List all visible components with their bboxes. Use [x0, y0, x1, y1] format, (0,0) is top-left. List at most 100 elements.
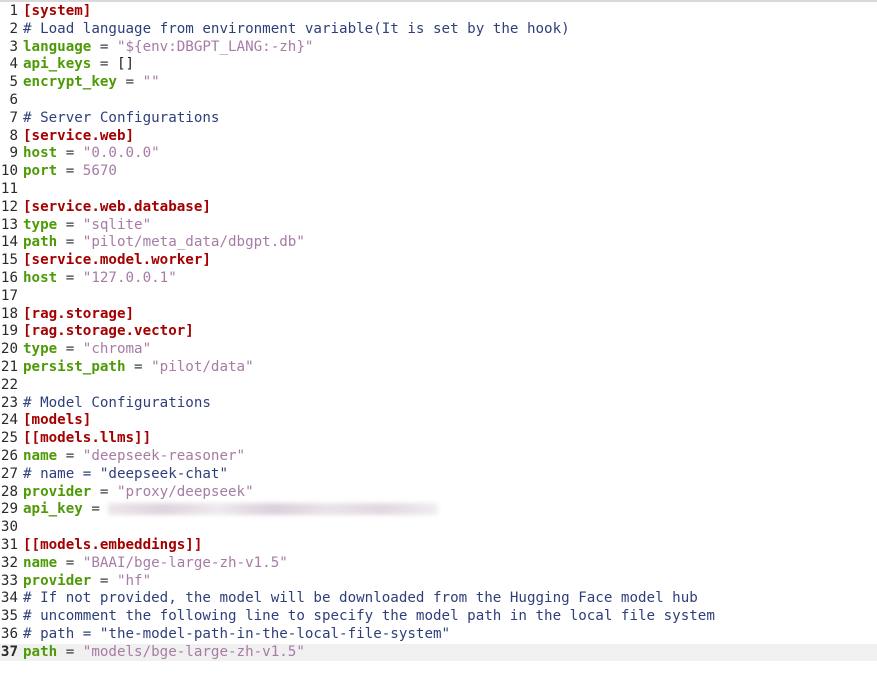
code-line[interactable]: 12 [service.web.database]	[0, 199, 877, 217]
line-number: 35	[0, 608, 18, 625]
line-number: 11	[0, 180, 18, 197]
line-content[interactable]: [service.model.worker]	[23, 252, 211, 268]
code-line[interactable]: 14 path = "pilot/meta_data/dbgpt.db"	[0, 234, 877, 252]
code-line[interactable]: 13 type = "sqlite"	[0, 217, 877, 235]
code-line[interactable]: 34 # If not provided, the model will be d…	[0, 590, 877, 608]
line-number: 20	[0, 341, 18, 358]
line-content[interactable]: # Server Configurations	[23, 110, 219, 126]
line-content[interactable]: [service.web]	[23, 128, 134, 144]
line-content[interactable]: # Model Configurations	[23, 395, 211, 411]
code-line[interactable]: 28 provider = "proxy/deepseek"	[0, 484, 877, 502]
code-line[interactable]: 20 type = "chroma"	[0, 341, 877, 359]
code-line[interactable]: 29 api_key =	[0, 501, 877, 519]
code-line[interactable]: 16 host = "127.0.0.1"	[0, 270, 877, 288]
line-content[interactable]: [models]	[23, 412, 91, 428]
line-number: 2	[9, 20, 18, 37]
code-line[interactable]: 37 path = "models/bge-large-zh-v1.5"	[0, 643, 877, 662]
code-line[interactable]: 7 # Server Configurations	[0, 110, 877, 128]
code-line[interactable]: 31 [[models.embeddings]]	[0, 537, 877, 555]
comment: # path = "the-model-path-in-the-local-fi…	[23, 625, 451, 642]
line-content[interactable]: name = "BAAI/bge-large-zh-v1.5"	[23, 555, 288, 571]
code-line[interactable]: 33 provider = "hf"	[0, 573, 877, 591]
code-line[interactable]: 5 encrypt_key = ""	[0, 74, 877, 92]
line-content[interactable]: path = "pilot/meta_data/dbgpt.db"	[23, 234, 305, 250]
code-lines[interactable]: 1 [system] 2 # Load language from environme…	[0, 3, 877, 662]
line-number: 13	[0, 216, 18, 233]
code-line[interactable]: 36 # path = "the-model-path-in-the-local-…	[0, 626, 877, 644]
line-content[interactable]: type = "sqlite"	[23, 217, 151, 233]
code-line[interactable]: 19 [rag.storage.vector]	[0, 323, 877, 341]
line-content[interactable]: path = "models/bge-large-zh-v1.5"	[23, 644, 305, 660]
line-content[interactable]: provider = "proxy/deepseek"	[23, 484, 254, 500]
line-number: 6	[9, 91, 18, 108]
line-content[interactable]: port = 5670	[23, 163, 117, 179]
assign-operator: =	[57, 643, 83, 660]
assign-operator: =	[57, 554, 83, 571]
line-content[interactable]: # name = "deepseek-chat"	[23, 466, 228, 482]
section-header: [models]	[23, 412, 92, 429]
code-line[interactable]: 23 # Model Configurations	[0, 395, 877, 413]
code-line[interactable]: 27 # name = "deepseek-chat"	[0, 466, 877, 484]
code-line[interactable]: 9 host = "0.0.0.0"	[0, 145, 877, 163]
code-line[interactable]: 11	[0, 181, 877, 199]
code-line[interactable]: 6	[0, 92, 877, 110]
code-line[interactable]: 1 [system]	[0, 3, 877, 21]
code-line[interactable]: 21 persist_path = "pilot/data"	[0, 359, 877, 377]
line-content[interactable]: api_key =	[23, 501, 439, 517]
line-content[interactable]: language = "${env:DBGPT_LANG:-zh}"	[23, 39, 313, 55]
line-content[interactable]: host = "0.0.0.0"	[23, 145, 160, 161]
line-content[interactable]: persist_path = "pilot/data"	[23, 359, 254, 375]
section-header: [service.web.database]	[23, 198, 211, 215]
string-value: "127.0.0.1"	[82, 269, 177, 286]
code-line[interactable]: 3 language = "${env:DBGPT_LANG:-zh}"	[0, 39, 877, 57]
code-line[interactable]: 2 # Load language from environment variab…	[0, 21, 877, 39]
line-number: 26	[0, 447, 18, 464]
line-number: 32	[0, 554, 18, 571]
line-content[interactable]: # uncomment the following line to specif…	[23, 608, 715, 624]
config-key: type	[23, 341, 58, 358]
line-content[interactable]: type = "chroma"	[23, 341, 151, 357]
code-line[interactable]: 17	[0, 288, 877, 306]
section-header: [rag.storage.vector]	[23, 323, 194, 340]
code-line[interactable]: 35 # uncomment the following line to spec…	[0, 608, 877, 626]
code-line[interactable]: 22	[0, 377, 877, 395]
section-header: [[models.embeddings]]	[23, 536, 203, 553]
code-line[interactable]: 25 [[models.llms]]	[0, 430, 877, 448]
string-value: ""	[142, 74, 160, 91]
line-content[interactable]: encrypt_key = ""	[23, 74, 160, 90]
line-content[interactable]: [rag.storage]	[23, 306, 134, 322]
code-line[interactable]: 32 name = "BAAI/bge-large-zh-v1.5"	[0, 555, 877, 573]
line-content[interactable]: # If not provided, the model will be dow…	[23, 590, 698, 606]
line-content[interactable]: host = "127.0.0.1"	[23, 270, 177, 286]
line-number: 5	[9, 74, 18, 91]
code-line[interactable]: 26 name = "deepseek-reasoner"	[0, 448, 877, 466]
code-line[interactable]: 24 [models]	[0, 412, 877, 430]
line-content[interactable]: # Load language from environment variabl…	[23, 21, 570, 37]
config-key: host	[23, 269, 58, 286]
line-content[interactable]: api_keys = []	[23, 56, 134, 72]
assign-operator: =	[91, 56, 117, 73]
line-content[interactable]: [system]	[23, 3, 91, 19]
code-line[interactable]: 8 [service.web]	[0, 128, 877, 146]
line-content[interactable]: provider = "hf"	[23, 573, 151, 589]
line-content[interactable]: [[models.embeddings]]	[23, 537, 202, 553]
number-value: 5670	[82, 163, 117, 180]
assign-operator: =	[57, 216, 83, 233]
line-content[interactable]: # path = "the-model-path-in-the-local-fi…	[23, 626, 450, 642]
line-number: 16	[0, 269, 18, 286]
code-line[interactable]: 4 api_keys = []	[0, 56, 877, 74]
code-line[interactable]: 30	[0, 519, 877, 537]
string-value: "sqlite"	[82, 216, 152, 233]
line-number: 10	[0, 163, 18, 180]
line-content[interactable]: [[models.llms]]	[23, 430, 151, 446]
line-content[interactable]: [rag.storage.vector]	[23, 323, 194, 339]
line-number: 19	[0, 323, 18, 340]
code-line[interactable]: 10 port = 5670	[0, 163, 877, 181]
code-line[interactable]: 18 [rag.storage]	[0, 306, 877, 324]
line-content[interactable]: name = "deepseek-reasoner"	[23, 448, 245, 464]
comment: # Server Configurations	[23, 109, 220, 126]
text-editor[interactable]: 1 [system] 2 # Load language from environme…	[0, 0, 877, 673]
line-content[interactable]: [service.web.database]	[23, 199, 211, 215]
code-line[interactable]: 15 [service.model.worker]	[0, 252, 877, 270]
assign-operator: =	[57, 447, 83, 464]
